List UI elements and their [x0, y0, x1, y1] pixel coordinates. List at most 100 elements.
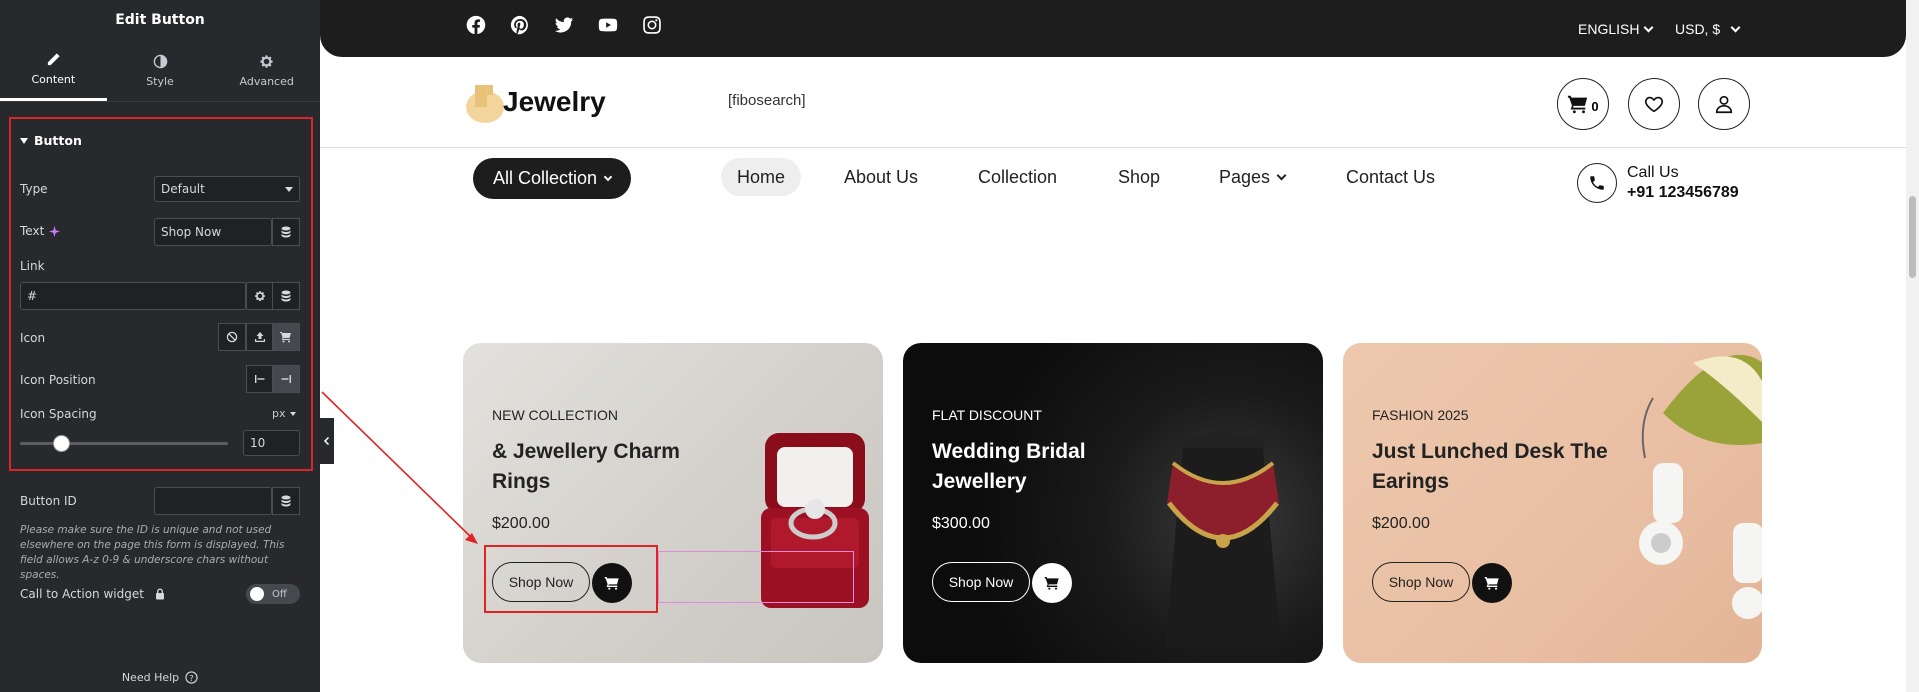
cart-icon	[1484, 577, 1499, 590]
link-dynamic-tags-button[interactable]	[272, 282, 300, 310]
need-help-label: Need Help	[121, 671, 180, 684]
cart-icon-button[interactable]	[1472, 563, 1512, 603]
cart-button[interactable]: 0	[1557, 78, 1609, 130]
unit-label: px	[272, 407, 286, 420]
card-title: Wedding Bridal Jewellery	[932, 440, 1086, 493]
youtube-icon[interactable]	[597, 14, 619, 36]
site-logo[interactable]: Jewelry	[465, 79, 606, 125]
card-title: Just Lunched Desk The Earings	[1372, 440, 1608, 493]
all-collection-label: All Collection	[492, 168, 598, 188]
wishlist-button[interactable]	[1628, 78, 1680, 130]
promo-card-earrings: FASHION 2025 Just Lunched Desk The Earin…	[1343, 343, 1762, 663]
button-id-input[interactable]	[154, 487, 272, 515]
currency-selector[interactable]: USD, $	[1675, 21, 1741, 37]
cart-icon-button[interactable]	[1032, 563, 1072, 603]
icon-position-after-button[interactable]	[272, 365, 300, 393]
tab-advanced[interactable]: Advanced	[213, 40, 320, 101]
text-input[interactable]: Shop Now	[154, 218, 272, 246]
link-options-button[interactable]	[246, 282, 274, 310]
cart-icon	[1568, 95, 1588, 114]
card-price: $300.00	[932, 515, 990, 532]
chevron-left-icon	[323, 437, 330, 445]
chevron-down-icon	[1644, 22, 1654, 32]
nav-shop[interactable]: Shop	[1118, 158, 1160, 196]
tab-style[interactable]: Style	[107, 40, 214, 101]
section-toggle-button[interactable]: Button	[20, 133, 82, 148]
scrollbar-thumb[interactable]	[1909, 196, 1916, 278]
caret-down-icon	[20, 137, 28, 144]
icon-position-label: Icon Position	[20, 373, 96, 387]
toggle-knob	[250, 587, 264, 601]
icon-spacing-input[interactable]: 10	[243, 430, 300, 456]
chevron-down-icon	[603, 172, 613, 181]
icon-library-button[interactable]	[272, 323, 300, 351]
editor-panel: Edit Button Content Style Advanced Butto…	[0, 0, 320, 692]
text-label: Text	[20, 224, 45, 238]
cta-toggle[interactable]: Off	[246, 584, 300, 604]
cart-icon	[1044, 577, 1059, 590]
need-help-link[interactable]: Need Help ?	[0, 671, 320, 684]
tab-content[interactable]: Content	[0, 40, 107, 101]
twitter-icon[interactable]	[553, 14, 575, 36]
align-start-icon	[255, 375, 265, 383]
language-label: ENGLISH	[1578, 21, 1640, 37]
promo-card-rings: NEW COLLECTION & Jewellery Charm Rings $…	[463, 343, 883, 663]
pinterest-icon[interactable]	[509, 14, 531, 36]
tab-style-label: Style	[146, 74, 174, 88]
cta-toggle-label: Off	[272, 588, 287, 600]
button-id-label: Button ID	[20, 494, 77, 508]
type-select[interactable]: Default	[154, 176, 300, 202]
align-end-icon	[281, 375, 291, 383]
icon-spacing-slider-handle[interactable]	[53, 435, 71, 452]
contrast-icon	[153, 54, 167, 68]
nav-home[interactable]: Home	[721, 158, 802, 196]
tab-advanced-label: Advanced	[239, 74, 294, 88]
account-button[interactable]	[1698, 78, 1750, 130]
page-scrollbar[interactable]	[1906, 0, 1919, 692]
ai-sparkle-icon[interactable]	[49, 225, 61, 237]
section-label: Button	[34, 133, 82, 148]
panel-title: Edit Button	[115, 12, 205, 28]
icon-spacing-slider-track[interactable]	[20, 442, 228, 445]
language-selector[interactable]: ENGLISH	[1578, 21, 1654, 37]
tab-content-label: Content	[31, 73, 76, 86]
button-id-dynamic-tags-button[interactable]	[272, 487, 300, 515]
card-price: $200.00	[1372, 515, 1430, 532]
shop-now-button[interactable]: Shop Now	[1372, 562, 1470, 602]
type-value: Default	[161, 182, 205, 196]
help-circle-icon: ?	[185, 671, 198, 684]
shop-now-button[interactable]: Shop Now	[932, 562, 1030, 602]
header-divider	[320, 147, 1906, 148]
text-input-value: Shop Now	[161, 225, 222, 239]
all-collection-button[interactable]: All Collection	[473, 158, 631, 199]
icon-none-button[interactable]	[218, 323, 246, 351]
unit-select[interactable]: px	[272, 407, 296, 420]
type-label: Type	[20, 182, 48, 196]
cta-label: Call to Action widget	[20, 587, 144, 601]
svg-text:?: ?	[189, 673, 193, 683]
nav-about-us[interactable]: About Us	[844, 158, 918, 196]
instagram-icon[interactable]	[641, 14, 663, 36]
phone-icon	[1577, 163, 1617, 203]
dynamic-tags-button[interactable]	[272, 218, 300, 246]
icon-spacing-label: Icon Spacing	[20, 407, 97, 421]
nav-pages[interactable]: Pages	[1219, 158, 1287, 196]
panel-collapse-toggle[interactable]	[320, 418, 334, 464]
chevron-down-icon	[1730, 22, 1741, 32]
link-label: Link	[20, 259, 45, 273]
currency-label: USD, $	[1675, 21, 1721, 37]
icon-position-before-button[interactable]	[246, 365, 274, 393]
widget-hover-outline	[658, 551, 854, 603]
database-icon	[281, 226, 291, 238]
link-input-value: #	[27, 289, 38, 303]
link-input[interactable]: #	[20, 282, 246, 310]
icon-upload-button[interactable]	[246, 323, 274, 351]
upload-icon	[255, 332, 265, 342]
nav-collection[interactable]: Collection	[978, 158, 1057, 196]
cart-icon	[280, 332, 291, 343]
nav-contact-us[interactable]: Contact Us	[1346, 158, 1435, 196]
panel-tabs: Content Style Advanced	[0, 40, 320, 102]
call-number[interactable]: +91 123456789	[1627, 183, 1739, 203]
card-tag: FASHION 2025	[1372, 407, 1469, 423]
facebook-icon[interactable]	[465, 14, 487, 36]
